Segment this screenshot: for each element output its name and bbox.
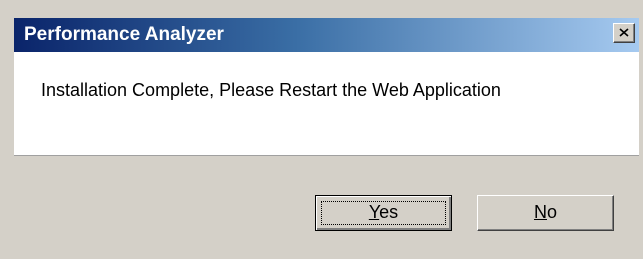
title-bar[interactable]: Performance Analyzer bbox=[14, 18, 639, 52]
window-title: Performance Analyzer bbox=[24, 24, 224, 45]
message-text: Installation Complete, Please Restart th… bbox=[41, 80, 501, 100]
close-icon bbox=[619, 28, 629, 37]
no-button-mnemonic: N bbox=[533, 202, 547, 222]
dialog-window: Performance Analyzer Installation Comple… bbox=[0, 0, 643, 259]
yes-button-mnemonic: Y bbox=[368, 202, 380, 222]
close-button[interactable] bbox=[613, 23, 635, 43]
dialog-body: Installation Complete, Please Restart th… bbox=[14, 52, 639, 251]
yes-button-label: es bbox=[379, 202, 399, 222]
no-button-label: o bbox=[546, 202, 557, 222]
separator bbox=[14, 155, 639, 156]
message-area: Installation Complete, Please Restart th… bbox=[14, 52, 639, 155]
yes-button[interactable]: Yes bbox=[315, 195, 452, 231]
no-button[interactable]: No bbox=[477, 195, 614, 231]
